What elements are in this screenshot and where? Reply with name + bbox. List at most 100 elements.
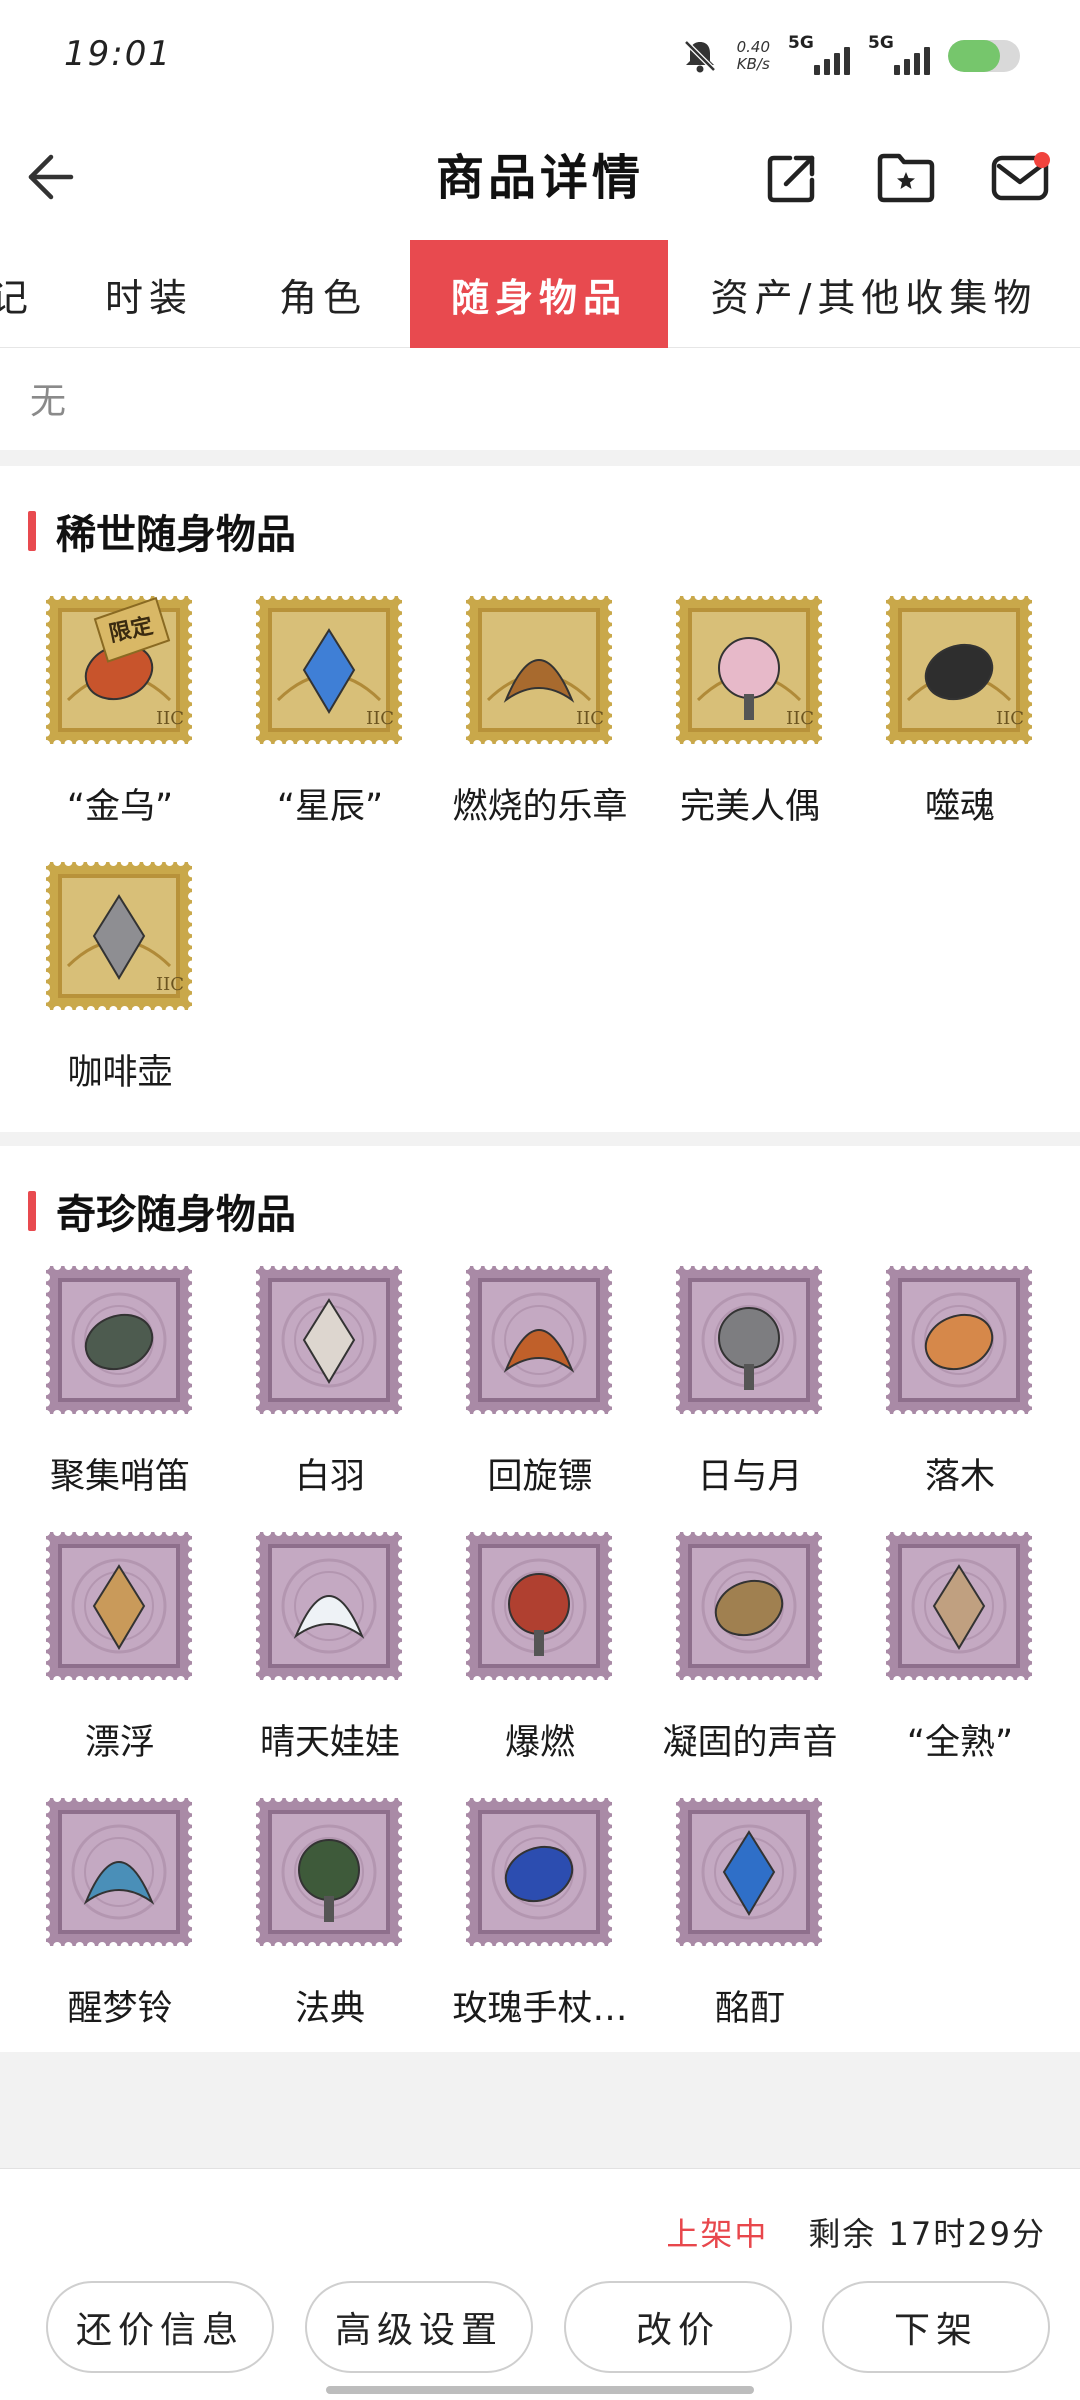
section-accent-bar [28,511,36,551]
item-name: 酩酊 [714,1989,785,2029]
item-stamp-image: IIC [880,590,1038,750]
tab-accessories[interactable]: 随身物品 [410,240,668,348]
battery-icon [948,40,1020,72]
item-name: “全熟” [906,1723,1014,1763]
back-button[interactable] [14,142,84,212]
item-card[interactable]: 聚集哨笛 [0,1260,210,1510]
listing-status: 上架中 剩余 17时29分 [666,2209,1046,2255]
remaining-time: 剩余 17时29分 [808,2215,1046,2253]
item-stamp-image [40,1792,198,1952]
item-card[interactable]: 玫瑰手杖… [420,1792,630,2042]
item-stamp-image: IIC [670,590,828,750]
divider [0,1132,1080,1146]
item-card[interactable]: IIC “星辰” [210,590,420,840]
home-indicator[interactable] [326,2386,754,2394]
item-card[interactable]: 凝固的声音 [630,1526,840,1776]
item-card[interactable]: 回旋镖 [420,1260,630,1510]
item-name: 白羽 [294,1457,365,1497]
item-card[interactable]: IIC 完美人偶 [630,590,840,840]
item-name: “金乌” [66,787,174,827]
signal-strength-icon-2: 5G [868,33,930,77]
item-card[interactable]: IIC 噬魂 [840,590,1050,840]
empty-row: 无 [0,348,1080,450]
signal-strength-icon: 5G [788,33,850,77]
item-name: 落木 [924,1457,995,1497]
item-stamp-image [880,1260,1038,1420]
signal-type-2: 5G [868,33,894,53]
item-card[interactable]: 醒梦铃 [0,1792,210,2042]
change-price-button[interactable]: 改价 [564,2281,792,2373]
net-speed: 0.40 KB/s [737,39,770,73]
item-card[interactable]: 日与月 [630,1260,840,1510]
battery-level [948,40,1000,72]
item-name: 晴天娃娃 [259,1723,400,1763]
tab-fashion[interactable]: 时装 [60,240,238,348]
svg-text:IIC: IIC [786,708,814,729]
signal-type: 5G [788,33,814,53]
item-stamp-image [670,1792,828,1952]
item-name: 咖啡壶 [67,1053,173,1093]
mail-button[interactable] [984,142,1056,214]
item-name: 噬魂 [924,787,995,827]
item-name: 玫瑰手杖… [452,1989,628,2029]
status-time: 19:01 [64,34,172,74]
back-arrow-icon [28,154,74,200]
svg-text:IIC: IIC [156,708,184,729]
item-stamp-image [250,1260,408,1420]
item-stamp-image: IIC [40,856,198,1016]
svg-text:IIC: IIC [156,974,184,995]
listing-state: 上架中 [666,2215,769,2253]
item-stamp-image [40,1526,198,1686]
mute-bell-icon [683,40,716,73]
item-stamp-image [460,1260,618,1420]
net-speed-value: 0.40 [736,38,770,56]
item-card[interactable]: “全熟” [840,1526,1050,1776]
item-stamp-image [670,1526,828,1686]
section-header: 奇珍随身物品 [28,1182,296,1240]
status-bar: 19:01 0.40 KB/s 5G 5G [0,0,1080,110]
rare-items-section: 稀世随身物品 IIC 限定 “金乌” IIC “星辰” IIC 燃烧的乐章 IIC 完美人偶 II… [0,466,1080,1132]
section-header: 稀世随身物品 [28,502,296,560]
item-card[interactable]: 晴天娃娃 [210,1526,420,1776]
item-name: 醒梦铃 [67,1989,173,2029]
item-stamp-image [250,1792,408,1952]
net-speed-unit: KB/s [736,55,770,73]
tab-partial[interactable]: 记 [0,240,28,348]
item-name: 回旋镖 [487,1457,593,1497]
item-name: 法典 [294,1989,365,2029]
item-card[interactable]: 爆燃 [420,1526,630,1776]
item-card[interactable]: 落木 [840,1260,1050,1510]
tab-assets[interactable]: 资产/其他收集物 [668,240,1080,348]
item-name: 日与月 [697,1457,803,1497]
advanced-settings-button[interactable]: 高级设置 [305,2281,533,2373]
item-card[interactable]: 法典 [210,1792,420,2042]
item-name: 爆燃 [504,1723,575,1763]
item-stamp-image [250,1526,408,1686]
item-stamp-image: IIC [460,590,618,750]
item-card[interactable]: IIC 燃烧的乐章 [420,590,630,840]
item-card[interactable]: 漂浮 [0,1526,210,1776]
item-stamp-image [460,1792,618,1952]
item-card[interactable]: 白羽 [210,1260,420,1510]
status-icons: 0.40 KB/s 5G 5G [681,33,1020,78]
bottom-action-bar: 上架中 剩余 17时29分 还价信息 高级设置 改价 下架 [0,2168,1080,2400]
tab-character[interactable]: 角色 [238,240,408,348]
bottom-spacer [0,2052,1080,2168]
section-title: 稀世随身物品 [56,512,296,558]
favorite-button[interactable] [870,142,942,214]
empty-text: 无 [30,381,67,422]
notification-dot [1034,152,1050,168]
treasure-items-section: 奇珍随身物品 聚集哨笛 白羽 回旋镖 日与月 落木漂浮 晴天娃娃 爆燃 凝固的声音 “全熟” 醒梦… [0,1146,1080,2052]
share-button[interactable] [756,142,828,214]
item-name: 凝固的声音 [662,1723,838,1763]
delist-button[interactable]: 下架 [822,2281,1050,2373]
header: 商品详情 [0,110,1080,240]
item-card[interactable]: IIC 咖啡壶 [0,856,210,1106]
favorite-folder-icon [877,153,935,203]
item-card[interactable]: IIC 限定 “金乌” [0,590,210,840]
item-name: 聚集哨笛 [49,1457,190,1497]
item-name: 完美人偶 [679,787,820,827]
item-stamp-image [670,1260,828,1420]
item-card[interactable]: 酩酊 [630,1792,840,2042]
counter-offer-button[interactable]: 还价信息 [46,2281,274,2373]
